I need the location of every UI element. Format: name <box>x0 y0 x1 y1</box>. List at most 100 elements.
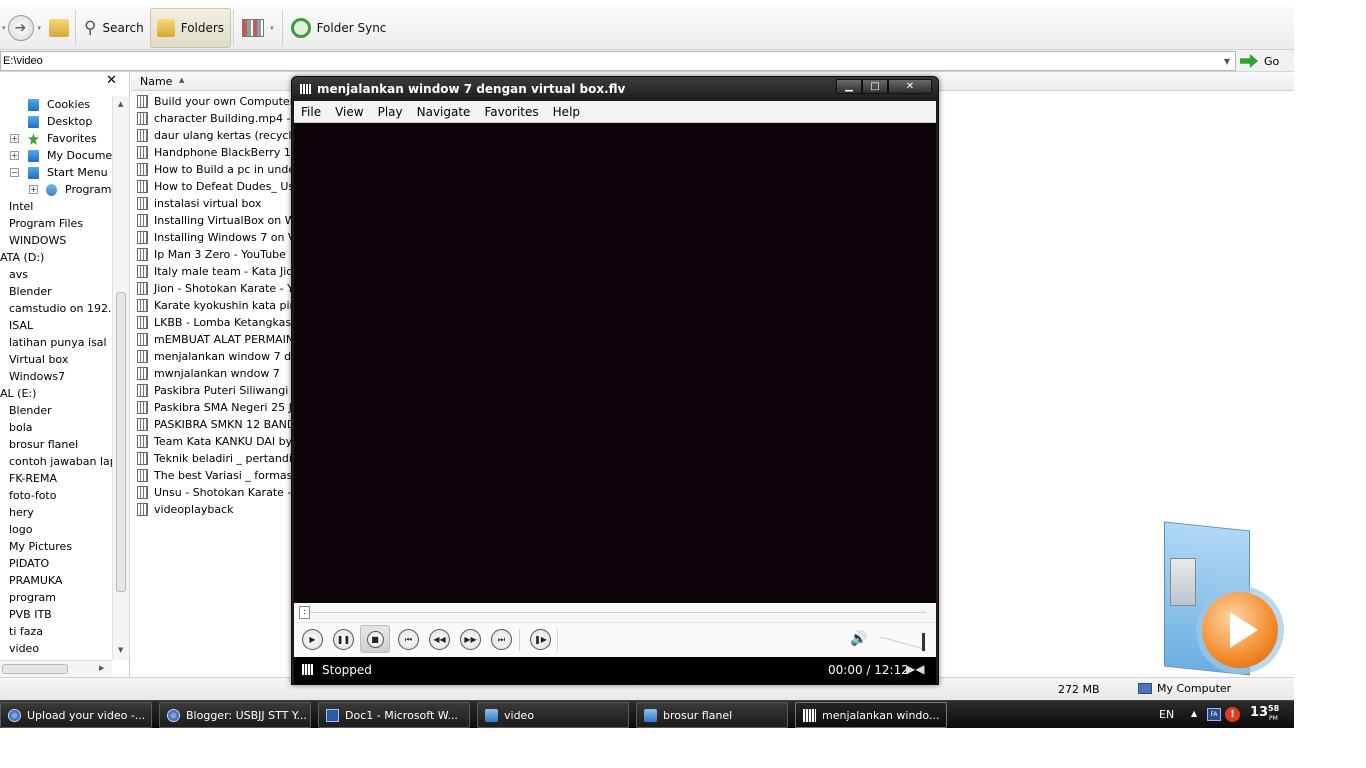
video-display[interactable] <box>294 123 936 603</box>
taskbar-button-blogger[interactable]: Blogger: USBJJ STT Y... <box>159 702 311 728</box>
player-title-bar[interactable]: menjalankan window 7 dengan virtual box.… <box>292 77 938 101</box>
taskbar-button-brosur-flanel[interactable]: brosur flanel <box>636 702 788 728</box>
folder-sync-button[interactable]: Folder Sync <box>285 8 393 48</box>
file-row[interactable]: The best Variasi _ formasi P <box>136 467 296 484</box>
file-row[interactable]: mwnjalankan wndow 7 <box>136 365 296 382</box>
tree-item-drive-d[interactable]: ATA (D:) <box>0 249 112 266</box>
menu-view[interactable]: View <box>328 105 370 119</box>
file-row[interactable]: videoplayback <box>136 501 296 518</box>
fullscreen-icon[interactable]: ▶◀ <box>906 662 924 676</box>
tree-item-brosur-flanel[interactable]: brosur flanel <box>0 436 112 453</box>
tree-item-blender-e[interactable]: Blender <box>0 402 112 419</box>
menu-navigate[interactable]: Navigate <box>410 105 478 119</box>
taskbar-button-doc1[interactable]: Doc1 - Microsoft W... <box>318 702 470 728</box>
address-input[interactable] <box>0 51 1236 71</box>
tree-item-windows[interactable]: WINDOWS <box>0 232 112 249</box>
file-row[interactable]: How to Defeat Dudes_ Use <box>136 178 296 195</box>
file-row[interactable]: Teknik beladiri _ pertandin <box>136 450 296 467</box>
tree-item-hery[interactable]: hery <box>0 504 112 521</box>
tree-item-favorites[interactable]: + Favorites <box>0 130 112 147</box>
tree-item-desktop[interactable]: Desktop <box>0 113 112 130</box>
folder-tree-vertical-scrollbar[interactable]: ▲ ▼ <box>112 96 129 660</box>
volume-slider[interactable] <box>878 633 928 651</box>
rewind-button[interactable]: ◀◀ <box>429 629 450 650</box>
up-folder-button[interactable] <box>45 8 73 48</box>
tree-item-camstudio[interactable]: camstudio on 192.16 <box>0 300 112 317</box>
menu-favorites[interactable]: Favorites <box>477 105 545 119</box>
seek-track[interactable] <box>306 612 926 613</box>
frame-step-button[interactable]: ❚▶ <box>530 629 551 650</box>
tree-item-pidato[interactable]: PIDATO <box>0 555 112 572</box>
tree-item-avs[interactable]: avs <box>0 266 112 283</box>
file-row[interactable]: Installing VirtualBox on Wi <box>136 212 296 229</box>
file-row[interactable]: instalasi virtual box <box>136 195 296 212</box>
file-row[interactable]: Ip Man 3 Zero - YouTube <box>136 246 296 263</box>
file-row[interactable]: PASKIBRA SMKN 12 BANDU <box>136 416 296 433</box>
file-row[interactable]: Unsu - Shotokan Karate - Y <box>136 484 296 501</box>
tree-item-foto-foto[interactable]: foto-foto <box>0 487 112 504</box>
stop-button[interactable]: ■ <box>360 625 390 653</box>
file-row[interactable]: Karate kyokushin kata pina <box>136 297 296 314</box>
file-row[interactable]: menjalankan window 7 de <box>136 348 296 365</box>
name-column-header[interactable]: Name <box>140 75 172 88</box>
seek-bar[interactable]: : <box>294 603 936 623</box>
tree-item-program-files[interactable]: Program Files <box>0 215 112 232</box>
tree-item-fk-rema[interactable]: FK-REMA <box>0 470 112 487</box>
file-row[interactable]: How to Build a pc in under <box>136 161 296 178</box>
tree-item-windows7[interactable]: Windows7 <box>0 368 112 385</box>
volume-icon[interactable]: 🔊 <box>850 631 868 647</box>
next-button[interactable]: ⏭ <box>491 629 512 650</box>
fast-forward-button[interactable]: ▶▶ <box>460 629 481 650</box>
taskbar-button-video-folder[interactable]: video <box>477 702 629 728</box>
tree-item-latihan[interactable]: latihan punya isal <box>0 334 112 351</box>
collapse-icon[interactable]: − <box>10 168 19 177</box>
tree-item-program[interactable]: program <box>0 589 112 606</box>
expand-icon[interactable]: + <box>29 185 38 194</box>
search-button[interactable]: ⚲ Search <box>78 8 150 48</box>
tree-item-my-pictures[interactable]: My Pictures <box>0 538 112 555</box>
file-row[interactable]: Installing Windows 7 on Vi <box>136 229 296 246</box>
file-row[interactable]: Team Kata KANKU DAI by IT <box>136 433 296 450</box>
taskbar-button-upload-video[interactable]: Upload your video -... <box>0 702 152 728</box>
file-row[interactable]: Paskibra Puteri Siliwangi S <box>136 382 296 399</box>
file-row[interactable]: Build your own Computer <box>136 93 296 110</box>
seek-handle[interactable]: : <box>299 606 310 619</box>
tree-item-isal[interactable]: ISAL <box>0 317 112 334</box>
menu-file[interactable]: File <box>294 105 328 119</box>
scrollbar-thumb[interactable] <box>116 292 126 592</box>
previous-button[interactable]: ⏮ <box>398 629 419 650</box>
file-row[interactable]: LKBB - Lomba Ketangkasan <box>136 314 296 331</box>
language-indicator[interactable]: EN <box>1159 708 1174 721</box>
file-row[interactable]: Paskibra SMA Negeri 25 Jak <box>136 399 296 416</box>
play-button[interactable]: ▶ <box>302 629 323 650</box>
tree-item-cookies[interactable]: Cookies <box>0 96 112 113</box>
file-row[interactable]: Jion - Shotokan Karate - Yo <box>136 280 296 297</box>
alert-tray-icon[interactable]: ! <box>1225 707 1240 722</box>
close-icon[interactable]: ✕ <box>106 73 117 88</box>
file-row[interactable]: Handphone BlackBerry 10 <box>136 144 296 161</box>
maximize-button[interactable]: □ <box>862 79 888 94</box>
tree-item-start-menu[interactable]: − Start Menu <box>0 164 112 181</box>
file-row[interactable]: daur ulang kertas (recycling <box>136 127 296 144</box>
tree-item-bola[interactable]: bola <box>0 419 112 436</box>
file-row[interactable]: Italy male team - Kata Jion <box>136 263 296 280</box>
scrollbar-thumb[interactable] <box>2 664 68 674</box>
forward-button[interactable]: ➔ <box>7 14 34 41</box>
menu-play[interactable]: Play <box>371 105 410 119</box>
folder-tree-horizontal-scrollbar[interactable]: ▶ <box>0 660 112 677</box>
tree-item-contoh-jawaban[interactable]: contoh jawaban lap <box>0 453 112 470</box>
tree-item-programs[interactable]: + Programs <box>0 181 112 198</box>
tree-item-ti-faza[interactable]: ti faza <box>0 623 112 640</box>
tree-item-pvb-itb[interactable]: PVB ITB <box>0 606 112 623</box>
tree-item-my-documents[interactable]: + My Documer <box>0 147 112 164</box>
tree-item-pramuka[interactable]: PRAMUKA <box>0 572 112 589</box>
folders-button[interactable]: Folders <box>149 7 232 48</box>
expand-icon[interactable]: + <box>10 151 19 160</box>
go-button[interactable]: Go <box>1240 51 1279 71</box>
menu-help[interactable]: Help <box>546 105 587 119</box>
file-row[interactable]: mEMBUAT ALAT PERMAINA <box>136 331 296 348</box>
scroll-up-icon[interactable]: ▲ <box>118 100 123 108</box>
tree-item-video[interactable]: video <box>0 640 112 657</box>
expand-icon[interactable]: + <box>10 134 19 143</box>
scroll-right-icon[interactable]: ▶ <box>99 664 104 672</box>
